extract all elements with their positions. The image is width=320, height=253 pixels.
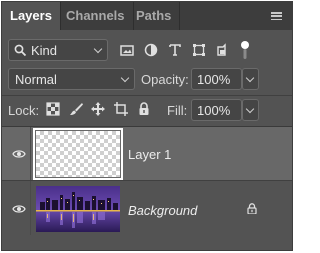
lock-icon[interactable] xyxy=(247,203,257,214)
hamburger-menu-icon[interactable] xyxy=(271,12,282,21)
search-icon xyxy=(14,44,27,57)
layer-row-background[interactable]: Background xyxy=(2,181,292,235)
layer-thumbnail-transparent xyxy=(33,128,123,180)
fill-label: Fill: xyxy=(167,103,188,118)
tab-channels[interactable]: Channels xyxy=(58,2,134,30)
layers-panel: Layers Channels Paths Kind Normal Opacit… xyxy=(1,1,293,251)
chevron-down-icon xyxy=(245,73,255,83)
tab-paths[interactable]: Paths xyxy=(128,2,181,30)
opacity-field[interactable]: 100% xyxy=(191,68,242,90)
filter-kind-label: Kind xyxy=(31,43,58,58)
layer-name[interactable]: Background xyxy=(128,203,197,218)
lock-label: Lock: xyxy=(8,103,40,118)
lock-all-icon[interactable] xyxy=(136,101,152,117)
fill-value: 100% xyxy=(197,103,231,118)
blend-mode-label: Normal xyxy=(15,72,57,87)
panel-tab-bar: Layers Channels Paths xyxy=(2,2,292,30)
blend-row: Normal Opacity: 100% xyxy=(8,68,288,90)
filter-kind-dropdown[interactable]: Kind xyxy=(8,39,108,61)
layer-row-layer-1[interactable]: Layer 1 xyxy=(2,127,292,181)
lock-transparent-pixels-icon[interactable] xyxy=(45,101,61,117)
eye-visibility-icon[interactable] xyxy=(12,204,26,214)
column-separator xyxy=(30,181,31,235)
divider xyxy=(2,95,292,96)
lock-row: Lock: Fill: 100% xyxy=(8,99,288,121)
artboard-nesting-icon[interactable] xyxy=(113,101,129,117)
image-filter-icon[interactable] xyxy=(118,41,136,59)
opacity-value: 100% xyxy=(197,72,231,87)
eye-visibility-icon[interactable] xyxy=(12,149,26,159)
smart-object-filter-icon[interactable] xyxy=(214,41,232,59)
lock-position-icon[interactable] xyxy=(90,101,106,117)
tab-layers[interactable]: Layers xyxy=(2,2,61,30)
adjustment-filter-icon[interactable] xyxy=(142,41,160,59)
chevron-down-icon xyxy=(93,44,103,54)
filter-toggle-icon[interactable] xyxy=(240,40,250,60)
fill-dropdown-button[interactable] xyxy=(242,99,259,121)
type-filter-icon[interactable] xyxy=(166,41,184,59)
opacity-dropdown-button[interactable] xyxy=(242,68,259,90)
filter-row: Kind xyxy=(8,39,288,61)
layer-name[interactable]: Layer 1 xyxy=(128,147,171,162)
fill-field[interactable]: 100% xyxy=(191,99,242,121)
chevron-down-icon xyxy=(120,73,130,83)
chevron-down-icon xyxy=(245,104,255,114)
shape-filter-icon[interactable] xyxy=(190,41,208,59)
layer-thumbnail-city-skyline xyxy=(36,186,120,232)
blend-mode-dropdown[interactable]: Normal xyxy=(8,68,135,90)
opacity-label: Opacity: xyxy=(141,72,189,87)
column-separator xyxy=(30,127,31,181)
lock-image-pixels-icon[interactable] xyxy=(68,101,84,117)
